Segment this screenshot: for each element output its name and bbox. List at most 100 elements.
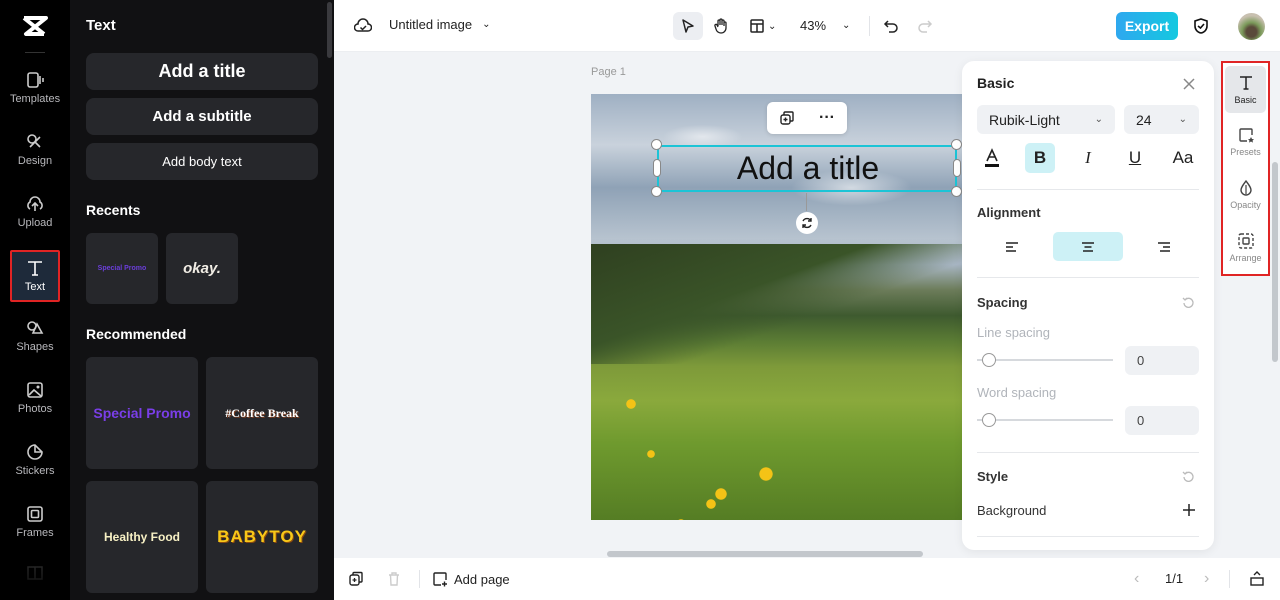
template-preview-text: Healthy Food — [103, 530, 180, 544]
toolbar-divider — [869, 16, 870, 36]
expand-pages-button[interactable] — [1249, 570, 1265, 586]
text-icon — [1239, 76, 1252, 90]
tab-arrange[interactable]: Arrange — [1225, 224, 1266, 271]
divider — [977, 452, 1199, 453]
chevron-down-icon: ⌄ — [1178, 114, 1187, 125]
layout-menu-button[interactable]: ⌄ — [748, 17, 776, 35]
duplicate-icon[interactable] — [779, 110, 795, 126]
line-spacing-input[interactable]: 0 — [1125, 346, 1199, 375]
object-toolbar: ··· — [767, 102, 847, 134]
more-options-icon[interactable]: ··· — [819, 109, 835, 127]
font-family-value: Rubik-Light — [989, 111, 1060, 128]
prev-page-button[interactable]: ‹ — [1134, 570, 1139, 588]
chevron-right-icon: › — [1204, 570, 1210, 587]
capcut-logo-icon[interactable] — [20, 14, 50, 38]
template-preview-text: okay. — [183, 260, 221, 277]
recommended-template[interactable]: BABYTOY — [206, 481, 318, 593]
add-background-icon[interactable] — [1182, 503, 1196, 517]
cloud-save-icon[interactable] — [354, 17, 372, 35]
underline-button[interactable]: U — [1120, 143, 1150, 173]
zoom-menu[interactable]: 43% ⌄ — [800, 18, 850, 33]
bold-button[interactable]: B — [1025, 143, 1055, 173]
export-button[interactable]: Export — [1116, 12, 1178, 40]
user-avatar[interactable] — [1238, 13, 1265, 40]
rotate-icon — [802, 217, 812, 229]
bottom-bar: Add page ‹ 1/1 › — [334, 558, 1280, 600]
rail-label: Stickers — [15, 465, 55, 477]
italic-button[interactable]: I — [1073, 143, 1103, 173]
align-left-button[interactable] — [977, 232, 1047, 261]
vertical-scrollbar[interactable] — [1272, 162, 1278, 362]
rotate-handle[interactable] — [796, 212, 818, 234]
font-size-value: 24 — [1136, 111, 1152, 128]
delete-page-button[interactable] — [386, 571, 402, 587]
canvas-text[interactable]: Add a title — [659, 147, 955, 190]
reset-style-icon[interactable] — [1182, 470, 1195, 483]
align-right-button[interactable] — [1129, 232, 1199, 261]
word-spacing-input[interactable]: 0 — [1125, 406, 1199, 435]
select-tool-button[interactable] — [673, 12, 703, 40]
security-button[interactable] — [1192, 17, 1210, 35]
close-icon[interactable] — [1182, 77, 1196, 91]
resize-handle-right[interactable] — [953, 159, 961, 177]
word-spacing-slider[interactable] — [977, 413, 1113, 427]
resize-handle-top-left[interactable] — [651, 139, 662, 150]
rail-label: Design — [17, 155, 53, 167]
recent-template[interactable]: Special Promo — [86, 233, 158, 304]
rail-item-design[interactable]: Design — [10, 126, 60, 178]
bold-icon: B — [1033, 148, 1047, 167]
shield-check-icon — [1194, 18, 1208, 34]
rail-item-stickers[interactable]: Stickers — [10, 436, 60, 488]
rail-item-photos[interactable]: Photos — [10, 374, 60, 426]
tab-basic[interactable]: Basic — [1225, 66, 1266, 113]
rail-item-upload[interactable]: Upload — [10, 188, 60, 240]
tab-opacity[interactable]: Opacity — [1225, 171, 1266, 218]
font-family-select[interactable]: Rubik-Light ⌄ — [977, 105, 1115, 134]
recents-heading: Recents — [86, 202, 141, 218]
next-page-button[interactable]: › — [1204, 570, 1209, 588]
recommended-template[interactable]: Special Promo — [86, 357, 198, 469]
undo-button[interactable] — [882, 17, 900, 35]
rail-item-text[interactable]: Text — [10, 250, 60, 302]
recent-template[interactable]: okay. — [166, 233, 238, 304]
hand-tool-button[interactable] — [712, 17, 730, 35]
add-title-button[interactable]: Add a title — [86, 53, 318, 90]
resize-handle-bottom-left[interactable] — [651, 186, 662, 197]
recommended-template[interactable]: #Coffee Break — [206, 357, 318, 469]
pointer-icon — [682, 19, 694, 33]
upload-icon — [27, 196, 43, 211]
document-title-menu[interactable]: Untitled image ⌄ — [389, 17, 491, 32]
resize-handle-left[interactable] — [653, 159, 661, 177]
tab-presets[interactable]: Presets — [1225, 118, 1266, 165]
duplicate-page-button[interactable] — [348, 571, 364, 587]
text-color-button[interactable] — [977, 143, 1007, 173]
resize-handle-top-right[interactable] — [951, 139, 962, 150]
rail-item-shapes[interactable]: Shapes — [10, 312, 60, 364]
template-preview-text: Special Promo — [97, 265, 147, 272]
text-color-icon — [985, 148, 999, 167]
panel-scrollbar[interactable] — [327, 2, 332, 58]
slider-knob[interactable] — [982, 413, 996, 427]
word-spacing-label: Word spacing — [977, 385, 1057, 400]
panel-title: Text — [86, 17, 116, 34]
rail-label: Photos — [17, 403, 53, 415]
font-size-select[interactable]: 24 ⌄ — [1124, 105, 1199, 134]
horizontal-scrollbar[interactable] — [607, 551, 923, 557]
add-body-text-button[interactable]: Add body text — [86, 143, 318, 180]
add-subtitle-button[interactable]: Add a subtitle — [86, 98, 318, 135]
align-center-button[interactable] — [1053, 232, 1123, 261]
text-selection-box[interactable]: Add a title — [657, 145, 957, 192]
redo-button[interactable] — [916, 17, 934, 35]
line-spacing-slider[interactable] — [977, 353, 1113, 367]
rail-item-templates[interactable]: Templates — [10, 64, 60, 116]
resize-handle-bottom-right[interactable] — [951, 186, 962, 197]
recommended-template[interactable]: Healthy Food — [86, 481, 198, 593]
case-icon: Aa — [1172, 148, 1194, 167]
trash-icon — [389, 572, 399, 586]
chevron-down-icon: ⌄ — [768, 20, 777, 32]
add-page-button[interactable]: Add page — [432, 571, 510, 587]
rail-label: Upload — [17, 217, 53, 229]
case-button[interactable]: Aa — [1168, 143, 1198, 173]
slider-knob[interactable] — [982, 353, 996, 367]
reset-spacing-icon[interactable] — [1182, 296, 1195, 309]
